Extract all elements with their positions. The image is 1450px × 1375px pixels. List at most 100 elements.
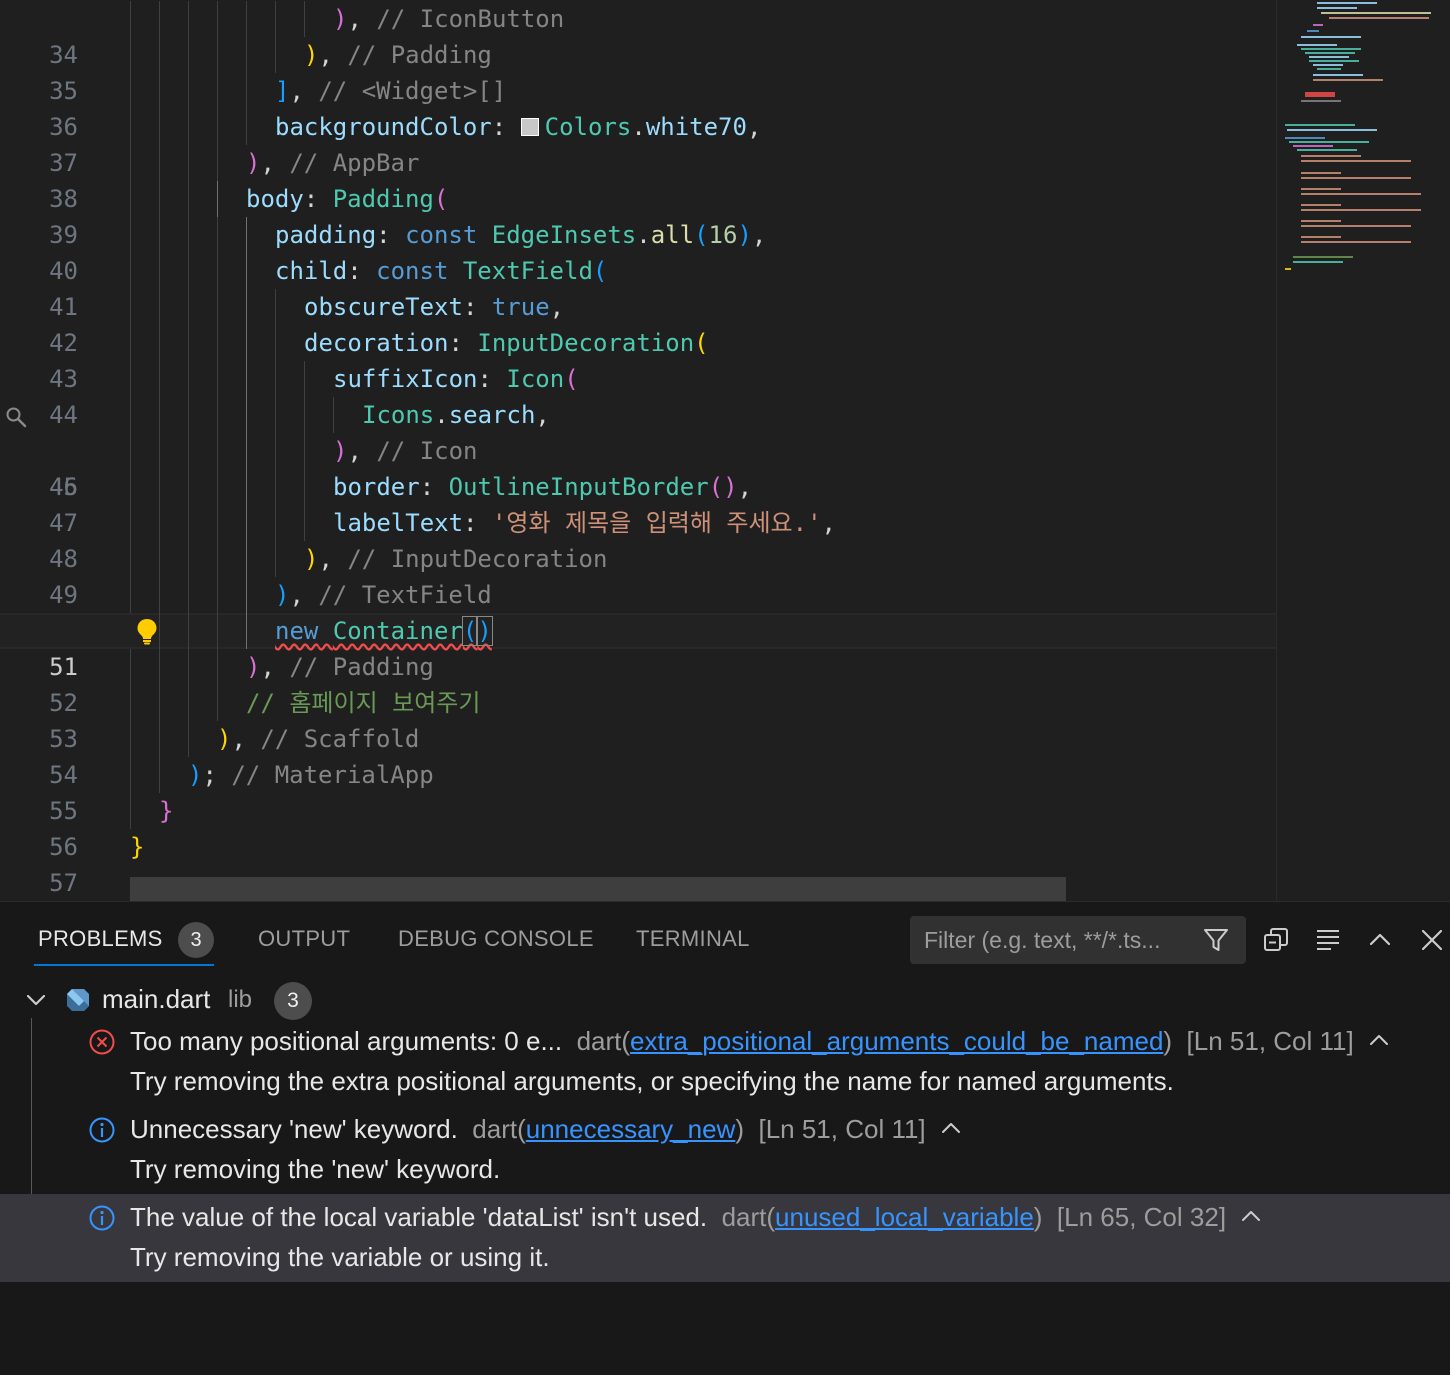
chevron-up-icon[interactable] xyxy=(1368,1032,1390,1046)
search-icon[interactable] xyxy=(5,406,27,428)
tab-terminal[interactable]: TERMINAL xyxy=(636,926,750,952)
maximize-panel-icon[interactable] xyxy=(1366,926,1394,954)
indent-guide xyxy=(304,361,305,397)
code-line[interactable]: 35 ), // Padding xyxy=(0,37,1276,105)
filter-input[interactable] xyxy=(924,927,1194,954)
problem-message: The value of the local variable 'dataLis… xyxy=(130,1202,1262,1233)
code-line[interactable]: 56 } xyxy=(0,793,1276,861)
indent-guide xyxy=(304,469,305,505)
code-line[interactable]: 47 border: OutlineInputBorder(), xyxy=(0,469,1276,537)
problem-item-info-selected[interactable]: The value of the local variable 'dataLis… xyxy=(0,1194,1450,1282)
problems-filter[interactable] xyxy=(910,916,1246,964)
tab-debug-console[interactable]: DEBUG CONSOLE xyxy=(398,926,594,952)
code-line[interactable]: 49 ), // InputDecoration xyxy=(0,541,1276,609)
indent-guide xyxy=(159,73,160,109)
indent-guide xyxy=(159,757,160,793)
indent-guide xyxy=(217,217,218,253)
code-editor[interactable]: 34 ), // IconButton 35 ), // Padding 36 xyxy=(0,0,1450,901)
code-text: child: const TextField( xyxy=(275,257,608,285)
info-icon xyxy=(89,1205,115,1231)
code-line[interactable]: 45 Icons.search, xyxy=(0,397,1276,501)
problem-code-link[interactable]: unnecessary_new xyxy=(526,1114,736,1144)
collapse-all-icon[interactable] xyxy=(1262,926,1290,954)
problem-detail: Try removing the 'new' keyword. xyxy=(130,1154,501,1184)
problem-item-info[interactable]: Unnecessary 'new' keyword. dart(unnecess… xyxy=(0,1106,1450,1150)
indent-guide xyxy=(159,685,160,721)
problem-code-link[interactable]: extra_positional_arguments_could_be_name… xyxy=(630,1026,1163,1056)
chevron-up-icon[interactable] xyxy=(1240,1208,1262,1222)
indent-guide xyxy=(159,613,160,649)
tab-output[interactable]: OUTPUT xyxy=(258,926,350,952)
problems-file-group[interactable]: main.dart lib 3 xyxy=(0,978,1450,1022)
code-line[interactable]: 34 ), // IconButton xyxy=(0,1,1276,69)
horizontal-scrollbar[interactable] xyxy=(130,877,1066,901)
minimap-preview[interactable] xyxy=(1277,0,1450,300)
bottom-panel: PROBLEMS 3 OUTPUT DEBUG CONSOLE TERMINAL xyxy=(0,901,1450,1375)
problems-count-badge: 3 xyxy=(178,922,214,958)
indent-guide xyxy=(159,145,160,181)
indent-guide xyxy=(159,721,160,757)
indent-guide xyxy=(246,577,247,613)
indent-guide xyxy=(188,145,189,181)
color-swatch[interactable] xyxy=(520,118,539,136)
indent-guide xyxy=(275,397,276,433)
dart-file-icon xyxy=(67,989,89,1011)
code-line[interactable]: 43 decoration: InputDecoration( xyxy=(0,325,1276,393)
code-line[interactable]: 41 child: const TextField( xyxy=(0,253,1276,321)
code-lines[interactable]: 34 ), // IconButton 35 ), // Padding 36 xyxy=(0,1,1276,901)
code-line[interactable]: 39 body: Padding( xyxy=(0,181,1276,249)
indent-guide xyxy=(130,73,131,109)
indent-guide xyxy=(217,685,218,721)
code-line[interactable]: 54 ), // Scaffold xyxy=(0,721,1276,789)
indent-guide xyxy=(159,325,160,361)
code-line[interactable]: 53 // 홈페이지 보여주기 xyxy=(0,685,1276,753)
code-text: // 홈페이지 보여주기 xyxy=(246,689,481,717)
indent-guide xyxy=(130,577,131,613)
word-wrap-icon[interactable] xyxy=(1314,926,1342,954)
indent-guide xyxy=(188,541,189,577)
indent-guide xyxy=(217,37,218,73)
indent-guide xyxy=(217,109,218,145)
code-line[interactable]: 40 padding: const EdgeInsets.all(16), xyxy=(0,217,1276,285)
code-line[interactable]: 37 backgroundColor: Colors.white70, xyxy=(0,109,1276,177)
problem-code-link[interactable]: unused_local_variable xyxy=(775,1202,1034,1232)
problem-file-dir: lib xyxy=(228,986,253,1013)
code-line[interactable]: 57 } xyxy=(0,829,1276,897)
indent-guide xyxy=(188,577,189,613)
code-line[interactable]: 42 obscureText: true, xyxy=(0,289,1276,357)
problem-item-error[interactable]: Too many positional arguments: 0 e... da… xyxy=(0,1018,1450,1062)
indent-guide xyxy=(130,37,131,73)
indent-guide xyxy=(246,1,247,37)
code-line[interactable]: 36 ], // <Widget>[] xyxy=(0,73,1276,141)
lightbulb-icon[interactable] xyxy=(134,617,160,645)
indent-guide xyxy=(188,433,189,469)
tab-problems[interactable]: PROBLEMS xyxy=(38,926,163,952)
indent-guide xyxy=(246,73,247,109)
code-line[interactable]: 50 ), // TextField xyxy=(0,577,1276,645)
chevron-up-icon[interactable] xyxy=(940,1120,962,1134)
code-line[interactable]: 46 ), // Icon xyxy=(0,433,1276,501)
indent-guide xyxy=(246,325,247,361)
code-line[interactable]: 52 ), // Padding xyxy=(0,649,1276,717)
indent-guide xyxy=(275,433,276,469)
code-line[interactable]: 55 ); // MaterialApp xyxy=(0,757,1276,825)
minimap[interactable] xyxy=(1276,0,1450,901)
code-text: } xyxy=(130,833,145,861)
indent-guide xyxy=(130,253,131,289)
close-panel-icon[interactable] xyxy=(1418,926,1446,954)
code-line[interactable]: 44 suffixIcon: Icon( xyxy=(0,361,1276,429)
indent-guide xyxy=(159,505,160,541)
filter-icon[interactable] xyxy=(1202,926,1230,954)
indent-guide xyxy=(130,109,131,145)
indent-guide xyxy=(188,361,189,397)
indent-guide xyxy=(130,721,131,757)
problem-detail: Try removing the extra positional argume… xyxy=(130,1066,1174,1096)
chevron-down-icon[interactable] xyxy=(24,990,48,1010)
code-text: ), // IconButton xyxy=(333,5,565,33)
indent-guide xyxy=(217,397,218,433)
code-line[interactable]: 38 ), // AppBar xyxy=(0,145,1276,213)
indent-guide xyxy=(275,505,276,541)
code-line[interactable]: 48 labelText: '영화 제목을 입력해 주세요.', xyxy=(0,505,1276,573)
code-line-current[interactable]: 51 new Container() xyxy=(0,613,1276,681)
problem-detail: Try removing the variable or using it. xyxy=(130,1242,550,1272)
